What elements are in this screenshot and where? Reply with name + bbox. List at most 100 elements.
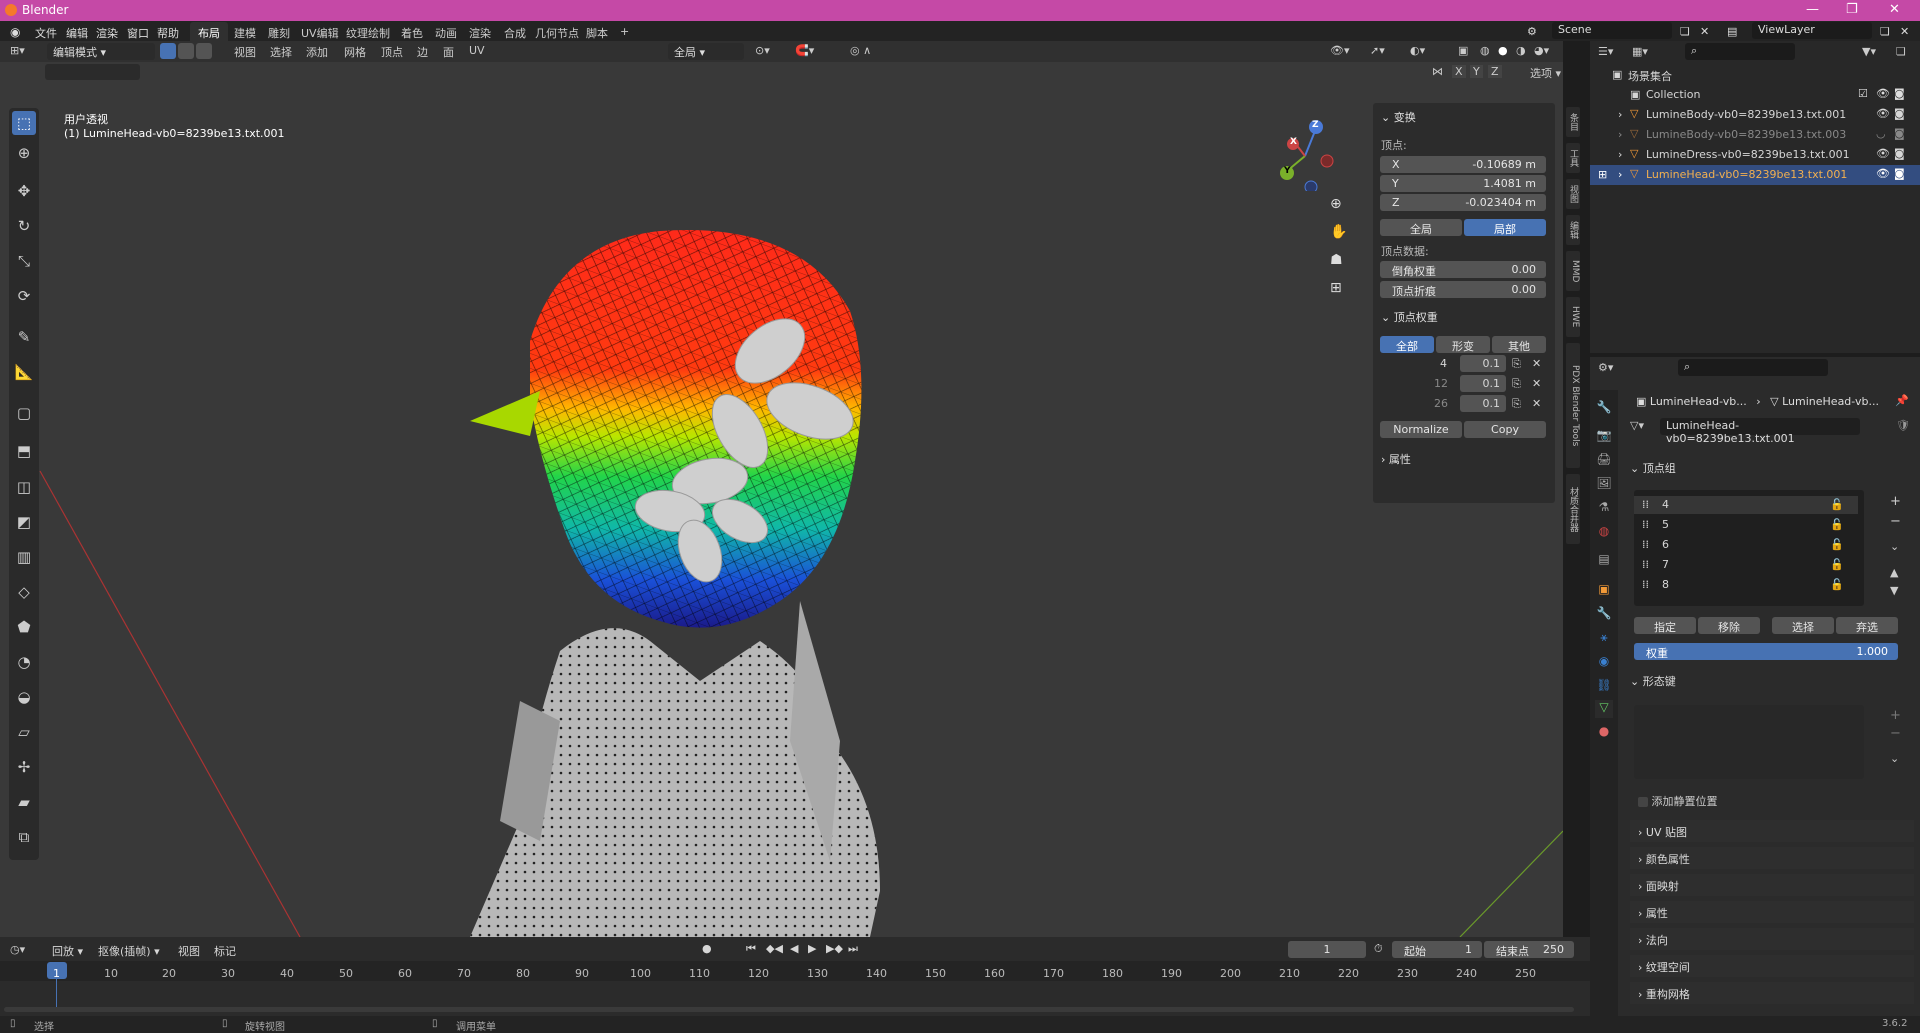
add-workspace-button[interactable]: + <box>612 22 637 41</box>
weight-slider[interactable]: 权重 1.000 <box>1634 643 1898 660</box>
fake-user-icon[interactable]: 🛡 <box>1896 419 1910 432</box>
menu-edge[interactable]: 边 <box>417 44 428 60</box>
knife-tool-icon[interactable]: ◇ <box>12 580 36 604</box>
lock-icon[interactable]: 🔓 <box>1830 578 1844 591</box>
menu-render[interactable]: 渲染 <box>96 25 118 41</box>
inset-tool-icon[interactable]: ◫ <box>12 475 36 499</box>
timeline-editor-icon[interactable]: ◷▾ <box>10 943 25 956</box>
vertex-select-icon[interactable] <box>160 43 176 59</box>
proportional-edit-icon[interactable]: ◎ ∧ <box>850 44 871 57</box>
camera-icon[interactable]: ◙ <box>1894 87 1905 100</box>
spin-tool-icon[interactable]: ◔ <box>12 650 36 674</box>
annotate-tool-icon[interactable]: ✎ <box>12 325 36 349</box>
new-scene-icon[interactable]: ❏ <box>1680 25 1690 38</box>
side-tab-tool[interactable]: 工具 <box>1566 143 1580 173</box>
snap-icon[interactable]: 🧲▾ <box>795 44 814 57</box>
viewlayer-field[interactable]: ViewLayer <box>1752 22 1872 39</box>
list-item[interactable]: ⁞⁞ 7 🔓 <box>1634 556 1858 574</box>
physics-tab-icon[interactable]: ◉ <box>1595 654 1613 672</box>
attributes-header[interactable]: › 属性 <box>1630 901 1914 923</box>
face-select-icon[interactable] <box>196 43 212 59</box>
new-viewlayer-icon[interactable]: ❏ <box>1880 25 1890 38</box>
particles-tab-icon[interactable]: ⚹ <box>1595 630 1613 648</box>
bevel-weight-field[interactable]: 倒角权重 0.00 <box>1380 261 1546 278</box>
transform-tool-icon[interactable]: ⟳ <box>12 284 36 308</box>
rotate-tool-icon[interactable]: ↻ <box>12 214 36 238</box>
delete-viewlayer-icon[interactable]: ✕ <box>1900 25 1909 38</box>
coord-z-field[interactable]: Z -0.023404 m <box>1380 194 1546 211</box>
crease-field[interactable]: 顶点折痕 0.00 <box>1380 281 1546 298</box>
uv-maps-header[interactable]: › UV 贴图 <box>1630 820 1914 842</box>
pivot-icon[interactable]: ⊙▾ <box>755 44 770 57</box>
end-frame-field[interactable]: 结束点 250 <box>1484 941 1574 958</box>
side-tab-material-merger[interactable]: 材质合并器 <box>1566 474 1580 544</box>
color-attributes-header[interactable]: › 颜色属性 <box>1630 847 1914 869</box>
record-icon[interactable]: ● <box>702 942 712 955</box>
rip-tool-icon[interactable]: ⧉ <box>12 825 36 849</box>
current-frame-field[interactable]: 1 <box>1288 941 1366 958</box>
menu-edit[interactable]: 编辑 <box>66 25 88 41</box>
menu-face[interactable]: 面 <box>443 44 454 60</box>
stopwatch-icon[interactable]: ⏱ <box>1374 942 1383 956</box>
face-maps-header[interactable]: › 面映射 <box>1630 874 1914 896</box>
camera-icon[interactable]: ◙ <box>1894 167 1905 180</box>
shape-keys-header[interactable]: ⌄ 形态键 <box>1630 673 1914 695</box>
tool-tab-icon[interactable]: 🔧 <box>1595 400 1613 418</box>
jump-start-icon[interactable]: ⏮ <box>746 942 756 956</box>
editor-type-icon[interactable]: ⊞▾ <box>10 44 25 57</box>
normals-header[interactable]: › 法向 <box>1630 928 1914 950</box>
shading-solid-icon[interactable]: ● <box>1498 44 1508 57</box>
camera-icon[interactable]: ◙ <box>1894 147 1905 160</box>
measure-tool-icon[interactable]: 📐 <box>12 360 36 384</box>
play-reverse-icon[interactable]: ◀ <box>790 942 798 955</box>
select-box-tool-icon[interactable]: ⬚ <box>12 111 36 135</box>
select-mode-buttons[interactable] <box>45 64 140 80</box>
menu-mesh[interactable]: 网格 <box>344 44 366 60</box>
overlay-icon[interactable]: ◐▾ <box>1410 44 1425 57</box>
vw-copy-icon[interactable]: ⎘ <box>1512 357 1521 371</box>
list-item[interactable]: ⁞⁞ 4 🔓 <box>1634 496 1858 514</box>
vw-delete-icon[interactable]: ✕ <box>1532 377 1541 390</box>
filter-icon[interactable]: ▼▾ <box>1862 45 1876 58</box>
list-item[interactable]: ⁞⁞ 8 🔓 <box>1634 576 1858 594</box>
side-tab-item[interactable]: 条目 <box>1566 107 1580 137</box>
vw-tab-deform[interactable]: 形变 <box>1436 336 1490 353</box>
menu-uv[interactable]: UV <box>469 44 485 57</box>
playback-menu[interactable]: 回放 ▾ <box>52 943 83 959</box>
new-collection-icon[interactable]: ❏ <box>1896 45 1906 58</box>
vgroup-specials-icon[interactable]: ⌄ <box>1890 540 1899 553</box>
menu-add[interactable]: 添加 <box>306 44 328 60</box>
maximize-icon[interactable]: ❐ <box>1846 2 1858 17</box>
outliner-row-object[interactable]: › ▽ LumineBody-vb0=8239be13.txt.003 ◡ ◙ <box>1590 125 1920 145</box>
mode-dropdown[interactable]: 编辑模式 ▾ <box>47 43 155 60</box>
mirror-y-toggle[interactable]: Y <box>1470 65 1483 78</box>
vw-tab-all[interactable]: 全部 <box>1380 336 1434 353</box>
modifier-tab-icon[interactable]: 🔧 <box>1595 606 1613 624</box>
next-keyframe-icon[interactable]: ▶◆ <box>826 942 843 955</box>
constraints-tab-icon[interactable]: ⛓ <box>1595 678 1613 696</box>
bevel-tool-icon[interactable]: ◩ <box>12 510 36 534</box>
list-item[interactable]: ⁞⁞ 5 🔓 <box>1634 516 1858 534</box>
mirror-z-toggle[interactable]: Z <box>1488 65 1502 78</box>
collection-tab-icon[interactable]: ▤ <box>1595 552 1613 570</box>
coord-x-field[interactable]: X -0.10689 m <box>1380 156 1546 173</box>
move-up-icon[interactable]: ▲ <box>1890 566 1898 579</box>
lock-icon[interactable]: 🔓 <box>1830 538 1844 551</box>
prev-keyframe-icon[interactable]: ◆◀ <box>766 942 783 955</box>
remove-button[interactable]: 移除 <box>1698 617 1760 634</box>
deselect-button[interactable]: 弃选 <box>1836 617 1898 634</box>
tab-scripting[interactable]: 脚本 <box>578 22 616 41</box>
minimize-icon[interactable]: — <box>1806 2 1819 17</box>
outliner-editor-icon[interactable]: ☰▾ <box>1598 45 1613 58</box>
edge-slide-tool-icon[interactable]: ▱ <box>12 720 36 744</box>
world-tab-icon[interactable]: ◍ <box>1595 524 1613 542</box>
shading-rendered-icon[interactable]: ◕▾ <box>1534 44 1549 57</box>
side-tab-pdx[interactable]: PDX Blender Tools <box>1566 343 1580 468</box>
scene-field[interactable]: Scene <box>1552 22 1672 39</box>
select-button[interactable]: 选择 <box>1772 617 1834 634</box>
vw-weight-field[interactable]: 0.1 <box>1460 375 1506 392</box>
lock-icon[interactable]: 🔓 <box>1830 498 1844 511</box>
shading-material-icon[interactable]: ◑ <box>1516 44 1526 57</box>
menu-vertex[interactable]: 顶点 <box>381 44 403 60</box>
tab-layout[interactable]: 布局 <box>190 22 228 41</box>
